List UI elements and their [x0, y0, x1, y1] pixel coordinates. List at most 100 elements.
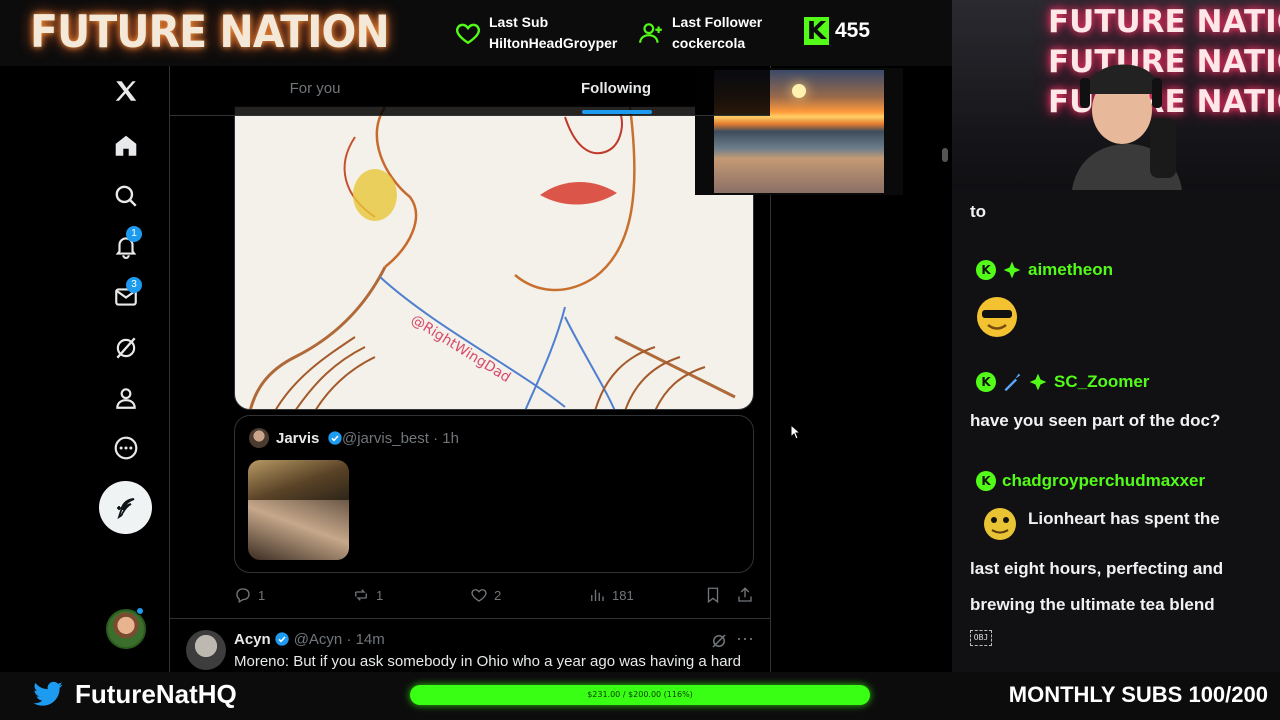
tab-for-you[interactable]: For you [170, 66, 460, 116]
notifications-badge: 1 [126, 226, 142, 242]
quoted-post[interactable]: Jarvis @jarvis_best · 1h [234, 415, 754, 573]
sparkle-badge-icon [1003, 261, 1021, 279]
account-avatar[interactable] [106, 609, 146, 649]
chat-username[interactable]: K chadgroyperchudmaxxer [976, 470, 1205, 492]
grok-icon [116, 337, 136, 359]
feather-icon [116, 497, 134, 519]
last-sub-label: Last Sub [489, 14, 549, 30]
stream-chat: to K aimetheon K SC_Zoomer have you seen… [952, 190, 1280, 672]
media-frame-bottom [248, 500, 349, 560]
timeline-tabs: For you Following [170, 66, 770, 116]
grok-icon[interactable] [710, 632, 728, 650]
chat-username[interactable]: K aimetheon [976, 259, 1113, 281]
crayon-drawing: @RightWingDad [249, 107, 736, 409]
heart-icon [456, 23, 480, 45]
object-replacement-glyph: OBJ [970, 630, 992, 646]
streamer-figure [1072, 64, 1182, 190]
x-sidebar-nav: 1 3 [0, 66, 170, 672]
bookmark-icon [707, 587, 719, 604]
chat-username-text: chadgroyperchudmaxxer [1002, 471, 1206, 490]
brand-logo: FUTURE NATION [30, 6, 390, 58]
donation-goal-bar: $231.00 / $200.00 (116%) [410, 685, 870, 705]
quoted-author-avatar[interactable] [249, 428, 269, 448]
nav-grok[interactable] [100, 326, 152, 370]
verified-badge-icon [275, 632, 289, 646]
stream-screen: FUTURE NATION Last Sub HiltonHeadGroyper… [0, 0, 1280, 720]
page-scrollbar[interactable] [940, 66, 950, 672]
quoted-author-name[interactable]: Jarvis [276, 430, 343, 447]
sun-graphic [792, 84, 806, 98]
next-post-author-avatar[interactable] [186, 630, 226, 670]
sparkle-badge-icon [1029, 373, 1047, 391]
post-image-drawing[interactable]: @RightWingDad [234, 106, 754, 410]
repost-button[interactable]: 1 [352, 583, 383, 607]
chat-message-text: Lionheart has spent the [1028, 509, 1220, 528]
bookmark-button[interactable] [704, 583, 728, 607]
stream-top-bar: FUTURE NATION Last Sub HiltonHeadGroyper… [0, 0, 952, 66]
nav-explore[interactable] [100, 174, 152, 218]
like-count: 2 [494, 587, 502, 603]
neon-sign-line-1: FUTURE NATION [1048, 4, 1280, 40]
x-logo-link[interactable] [100, 69, 152, 113]
views-button[interactable]: 181 [588, 583, 634, 607]
account-status-dot [136, 607, 144, 615]
drawing-watermark: @RightWingDad [408, 312, 513, 386]
sword-badge-icon [1004, 373, 1021, 392]
nav-messages[interactable]: 3 [100, 275, 152, 319]
reply-count: 1 [258, 587, 266, 603]
nav-more[interactable] [100, 426, 152, 470]
x-logo-icon [115, 81, 137, 101]
next-post-header: Acyn @Acyn · 14m [234, 631, 385, 648]
home-icon [115, 135, 137, 156]
next-post-author-handle: @Acyn · 14m [293, 631, 385, 648]
timeline-column: For you Following @RightWingDad Jarvis @… [170, 66, 771, 672]
repost-icon [355, 589, 367, 601]
kick-count-value: 455 [835, 19, 871, 42]
kick-badge-icon: K [976, 372, 996, 392]
view-count: 181 [612, 587, 634, 603]
webcam-feed: FUTURE NATION FUTURE NATION FUTURE NATIO… [952, 0, 1280, 190]
tab-following[interactable]: Following [560, 66, 672, 116]
search-icon [115, 185, 137, 207]
share-icon [738, 587, 752, 602]
quoted-author-name-text: Jarvis [276, 430, 320, 447]
more-circle-icon [114, 436, 138, 460]
more-options-icon[interactable]: ··· [736, 628, 754, 649]
monthly-subs-counter: MONTHLY SUBS 100/200 [1008, 682, 1268, 707]
scrollbar-thumb[interactable] [942, 148, 948, 162]
donation-goal-text: $231.00 / $200.00 (116%) [587, 690, 693, 699]
chat-username[interactable]: K SC_Zoomer [976, 371, 1149, 393]
post-divider [170, 618, 770, 619]
nav-notifications[interactable]: 1 [100, 224, 152, 268]
compose-post-button[interactable] [99, 481, 152, 534]
last-follower-label: Last Follower [672, 14, 763, 30]
media-frame-top [248, 460, 349, 500]
verified-badge-icon [327, 431, 342, 445]
last-sub-value: HiltonHeadGroyper [489, 35, 618, 51]
user-plus-icon [639, 23, 662, 43]
reply-button[interactable]: 1 [234, 583, 265, 607]
chat-message-text: to [970, 202, 987, 221]
next-post-text: Moreno: But if you ask somebody in Ohio … [234, 653, 741, 670]
views-chart-icon [591, 589, 604, 601]
repost-count: 1 [376, 587, 384, 603]
messages-badge: 3 [126, 277, 142, 293]
last-follower-value: cockercola [672, 35, 746, 51]
mouse-cursor-icon [790, 424, 802, 440]
chat-message-text: last eight hours, perfecting and [970, 559, 1224, 578]
nav-home[interactable] [100, 124, 152, 168]
next-post-author-name[interactable]: Acyn [234, 631, 271, 648]
reply-icon [236, 588, 250, 603]
kick-badge-icon: K [976, 260, 996, 280]
nav-profile[interactable] [100, 376, 152, 420]
person-icon [116, 388, 136, 409]
like-button[interactable]: 2 [470, 583, 501, 607]
cool-face-emote [977, 297, 1017, 337]
frog-emote [984, 508, 1016, 540]
quoted-post-media[interactable] [248, 460, 349, 560]
like-heart-icon [471, 589, 487, 602]
twitter-handle: FutureNatHQ [75, 679, 237, 709]
share-button[interactable] [736, 583, 760, 607]
chat-message-text: have you seen part of the doc? [970, 411, 1221, 430]
kick-logo-icon: K [804, 17, 829, 45]
